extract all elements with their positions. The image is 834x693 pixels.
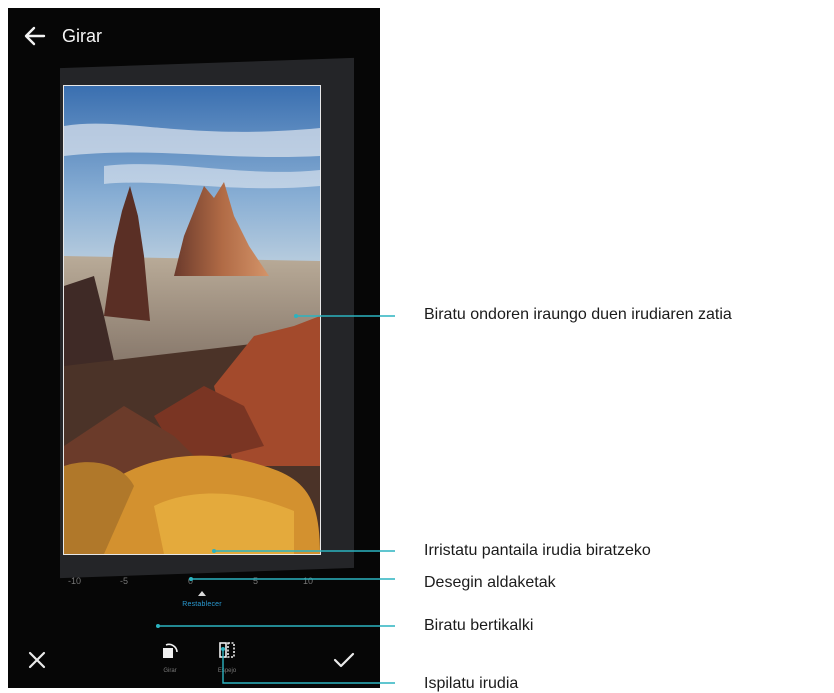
dial-tick: -10 (68, 576, 82, 586)
check-icon[interactable] (331, 649, 357, 671)
rotate-icon (163, 643, 178, 658)
mirror-button[interactable]: Espejo (207, 640, 247, 674)
dial-tick: 5 (253, 576, 259, 586)
back-arrow-icon[interactable] (22, 23, 48, 49)
annotation-undo-changes: Desegin aldaketak (424, 574, 556, 591)
photo-preview[interactable] (63, 85, 321, 555)
dial-tick: 10 (303, 576, 314, 586)
undo-button[interactable]: Restablecer (154, 591, 250, 608)
landscape-photo (64, 86, 320, 554)
annotation-mirror-image: Ispilatu irudia (424, 675, 519, 692)
rotate-label: Girar (163, 668, 177, 674)
page-title: Girar (62, 26, 102, 46)
annotation-swipe-to-rotate: Irristatu pantaila irudia biratzeko (424, 542, 651, 559)
dial-tick: 0 (188, 576, 194, 586)
top-bar: Girar (8, 8, 380, 64)
rotate-button[interactable]: Girar (150, 640, 190, 674)
annotation-rotate-vertical: Biratu bertikalki (424, 617, 534, 634)
mirror-label: Espejo (217, 668, 237, 674)
caret-up-icon (198, 591, 206, 596)
dial-tick: -5 (120, 576, 129, 586)
phone-screen: Girar -10 -5 0 5 10 Restablecer Girar Es… (8, 8, 380, 688)
mirror-icon (219, 642, 235, 658)
undo-label: Restablecer (182, 601, 222, 608)
annotation-cropped-area: Biratu ondoren iraungo duen irudiaren za… (424, 306, 732, 323)
close-icon[interactable] (26, 649, 48, 671)
